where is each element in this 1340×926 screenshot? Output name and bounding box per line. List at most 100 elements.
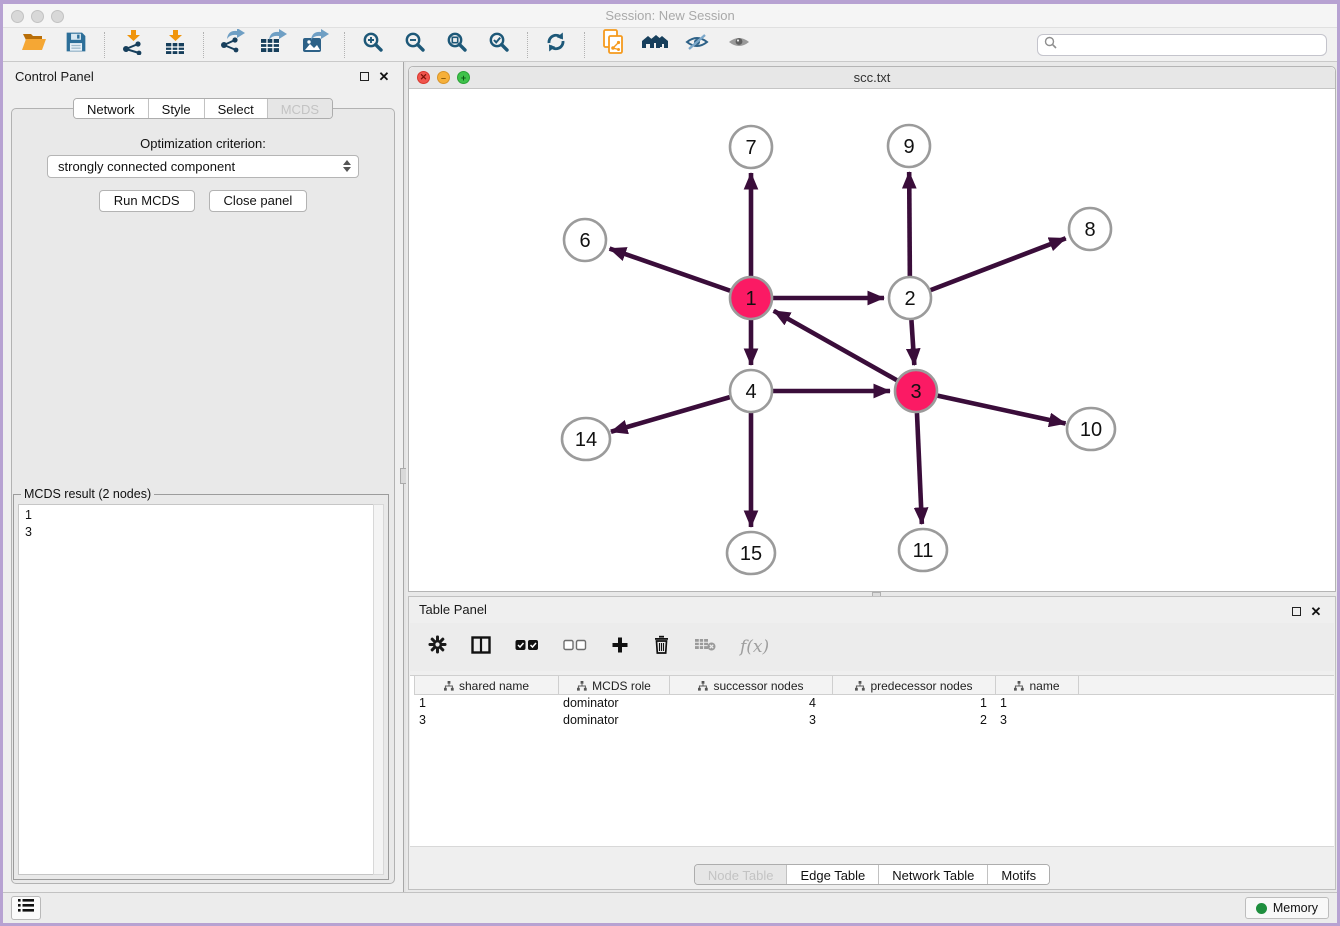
export-network-icon: [218, 29, 246, 60]
column-header-predecessor-nodes[interactable]: predecessor nodes: [832, 676, 995, 695]
edge-4-14[interactable]: [611, 397, 730, 432]
node-2[interactable]: 2: [889, 277, 931, 319]
table-cell[interactable]: dominator: [558, 695, 669, 712]
table-settings-button[interactable]: [428, 635, 447, 659]
node-4[interactable]: 4: [730, 370, 772, 412]
edge-3-11[interactable]: [917, 413, 922, 524]
zoom-fit-button[interactable]: [441, 30, 473, 60]
svg-text:14: 14: [575, 429, 597, 451]
control-panel: Control Panel ✕ NetworkStyleSelectMCDS O…: [3, 62, 403, 892]
export-image-button[interactable]: [300, 30, 332, 60]
import-network-button[interactable]: [117, 30, 149, 60]
edge-1-6[interactable]: [610, 249, 731, 291]
close-panel-icon[interactable]: ✕: [377, 69, 391, 83]
close-panel-button[interactable]: Close panel: [209, 190, 308, 212]
node-10[interactable]: 10: [1067, 408, 1115, 450]
refresh-layout-button[interactable]: [540, 30, 572, 60]
node-11[interactable]: 11: [899, 529, 947, 571]
two-homes-icon: [640, 31, 670, 58]
function-builder-button[interactable]: f(x): [740, 635, 769, 659]
tab-network-table[interactable]: Network Table: [879, 865, 988, 884]
create-column-button[interactable]: [611, 635, 629, 659]
table-cell[interactable]: 3: [669, 712, 832, 729]
column-header-shared-name[interactable]: shared name: [414, 676, 558, 695]
mcds-result-line: 1: [25, 507, 377, 524]
export-table-button[interactable]: [258, 30, 290, 60]
open-file-button[interactable]: [18, 30, 50, 60]
deselect-all-button[interactable]: [563, 635, 587, 659]
task-history-button[interactable]: [11, 896, 41, 920]
edge-2-9[interactable]: [909, 172, 910, 276]
edge-2-3[interactable]: [911, 320, 914, 365]
table-cell[interactable]: 2: [832, 712, 995, 729]
float-table-panel-icon[interactable]: [1289, 604, 1303, 618]
control-panel-title: Control Panel: [15, 69, 94, 84]
edge-3-10[interactable]: [937, 396, 1065, 424]
column-header-name[interactable]: name: [995, 676, 1079, 695]
tab-motifs[interactable]: Motifs: [988, 865, 1049, 884]
edge-2-8[interactable]: [931, 238, 1066, 290]
import-table-button[interactable]: [159, 30, 191, 60]
table-cell[interactable]: 1: [414, 695, 558, 712]
zoom-fit-icon: [446, 31, 468, 58]
table-cell[interactable]: 4: [669, 695, 832, 712]
select-all-button[interactable]: [515, 635, 539, 659]
table-cell[interactable]: 1: [832, 695, 995, 712]
zoom-out-button[interactable]: [399, 30, 431, 60]
table-row[interactable]: 1dominator411: [414, 695, 1334, 712]
control-panel-tabs: NetworkStyleSelectMCDS: [73, 98, 333, 119]
tab-style[interactable]: Style: [149, 99, 205, 118]
node-14[interactable]: 14: [562, 418, 610, 460]
table-row[interactable]: 3dominator323: [414, 712, 1334, 729]
node-9[interactable]: 9: [888, 125, 930, 167]
hide-selected-button[interactable]: [681, 30, 713, 60]
tab-mcds[interactable]: MCDS: [268, 99, 332, 118]
svg-text:9: 9: [903, 136, 914, 158]
tab-node-table[interactable]: Node Table: [695, 865, 788, 884]
network-window-titlebar: ✕ – + scc.txt: [409, 67, 1335, 89]
table-cell[interactable]: dominator: [558, 712, 669, 729]
search-field[interactable]: [1037, 34, 1327, 56]
edge-3-1[interactable]: [774, 311, 897, 380]
table-header-row: shared nameMCDS rolesuccessor nodesprede…: [414, 676, 1334, 695]
split-view-button[interactable]: [471, 635, 491, 659]
table-cell[interactable]: 3: [995, 712, 1079, 729]
node-6[interactable]: 6: [564, 219, 606, 261]
column-header-successor-nodes[interactable]: successor nodes: [669, 676, 832, 695]
close-table-panel-icon[interactable]: ✕: [1309, 604, 1323, 618]
table-cell[interactable]: 3: [414, 712, 558, 729]
show-all-button[interactable]: [723, 30, 755, 60]
network-document-icon: [600, 28, 626, 61]
list-icon: [17, 898, 35, 918]
delete-table-button[interactable]: [694, 635, 716, 659]
search-icon: [1044, 36, 1057, 54]
column-header-mcds-role[interactable]: MCDS role: [558, 676, 669, 695]
memory-status-icon: [1256, 903, 1267, 914]
window-title: Session: New Session: [3, 8, 1337, 23]
node-3[interactable]: 3: [895, 370, 937, 412]
zoom-in-button[interactable]: [357, 30, 389, 60]
tab-select[interactable]: Select: [205, 99, 268, 118]
zoom-selected-button[interactable]: [483, 30, 515, 60]
tab-edge-table[interactable]: Edge Table: [787, 865, 879, 884]
delete-column-button[interactable]: [653, 635, 670, 659]
optimization-criterion-dropdown[interactable]: strongly connected component: [47, 155, 359, 178]
node-1[interactable]: 1: [730, 277, 772, 319]
node-8[interactable]: 8: [1069, 208, 1111, 250]
network-canvas[interactable]: 1 2 3 4 6 7 8 9 10 11 14 15: [409, 89, 1335, 591]
node-7[interactable]: 7: [730, 126, 772, 168]
run-mcds-button[interactable]: Run MCDS: [99, 190, 195, 212]
export-network-button[interactable]: [216, 30, 248, 60]
search-input[interactable]: [1062, 38, 1320, 53]
memory-button[interactable]: Memory: [1245, 897, 1329, 919]
new-network-from-selection-button[interactable]: [597, 30, 629, 60]
node-15[interactable]: 15: [727, 532, 775, 574]
cytoscape-window: Session: New Session: [3, 4, 1337, 923]
float-panel-icon[interactable]: [357, 69, 371, 83]
save-session-button[interactable]: [60, 30, 92, 60]
mcds-result-scrollbar[interactable]: [373, 504, 384, 875]
table-cell[interactable]: 1: [995, 695, 1079, 712]
tab-network[interactable]: Network: [74, 99, 149, 118]
first-neighbors-button[interactable]: [639, 30, 671, 60]
svg-text:3: 3: [910, 381, 921, 403]
